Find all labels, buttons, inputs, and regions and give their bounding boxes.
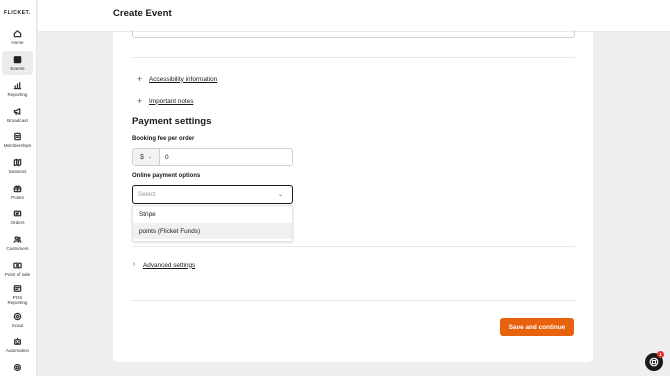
previous-field-bottom [132,30,575,38]
sidebar-item-pos-reporting[interactable]: POS Reporting [2,284,33,305]
section-divider [132,57,575,58]
sidebar-item-memberships[interactable]: Memberships [2,132,33,148]
notification-badge: 1 [657,351,664,358]
section-divider [132,300,575,301]
form-card: + Accessibility information + Important … [113,30,593,362]
page-title: Create Event [113,8,172,19]
sidebar-item-scout[interactable]: Scout [2,312,33,328]
scout-icon [13,312,22,321]
dropdown-option-points[interactable]: points (Flicket Funds) [133,223,292,239]
save-and-continue-button[interactable]: Save and continue [500,318,574,336]
sidebar-item-points[interactable]: Points [2,184,33,200]
megaphone-icon [13,108,21,116]
chevron-down-icon: ⌄ [278,192,284,198]
online-payment-label: Online payment options [132,173,201,179]
sidebar-item-point-of-sale[interactable]: Point of sale [2,261,33,277]
lifebuoy-icon [649,357,659,367]
section-divider [132,246,575,247]
flicket-logo: FLICKET. [4,10,31,16]
advanced-settings-toggle[interactable]: › Advanced settings [133,261,195,269]
sidebar-item-settings[interactable] [2,363,33,372]
sidebar-item-broadcast[interactable]: Broadcast [2,107,33,123]
booking-fee-field: $ ⌄ [132,148,293,166]
sidebar-item-orders[interactable]: Orders [2,209,33,225]
booking-fee-input[interactable] [160,149,292,165]
online-payment-dropdown: Stripe points (Flicket Funds) [132,205,293,242]
currency-symbol: $ [139,153,144,161]
select-placeholder: Select [138,191,156,198]
chevron-right-icon: › [133,261,136,268]
receipt-icon [13,285,22,292]
sidebar-item-events[interactable]: Events [2,51,33,75]
sidebar-item-seasons[interactable]: Seasons [2,158,33,174]
home-icon [13,30,22,38]
users-icon [13,236,22,243]
ticket-icon [13,210,22,217]
robot-icon [13,337,22,345]
online-payment-select[interactable]: Select ⌄ [132,185,293,204]
booking-fee-label: Booking fee per order [132,136,195,142]
calendar-icon [13,56,22,64]
gift-icon [13,185,22,193]
membership-card-icon [14,132,21,141]
sidebar-item-automation[interactable]: Automation [2,337,33,353]
sidebar: FLICKET. Home Events Reporting Broadcast… [0,0,37,376]
accessibility-info-toggle[interactable]: + Accessibility information [137,74,217,84]
cash-icon [13,262,22,269]
map-icon [13,158,22,167]
important-notes-toggle[interactable]: + Important notes [137,96,193,106]
settings-icon [13,363,22,372]
chevron-down-icon: ⌄ [147,154,153,160]
plus-icon: + [137,96,143,106]
plus-icon: + [137,74,143,84]
sidebar-item-home[interactable]: Home [2,29,33,45]
dropdown-option-stripe[interactable]: Stripe [133,206,292,222]
page-header: Create Event [38,0,670,32]
payment-settings-title: Payment settings [132,116,212,127]
sidebar-item-customers[interactable]: Customers [2,235,33,251]
sidebar-item-reporting[interactable]: Reporting [2,81,33,97]
chart-icon [13,82,22,90]
currency-select[interactable]: $ ⌄ [133,149,160,165]
